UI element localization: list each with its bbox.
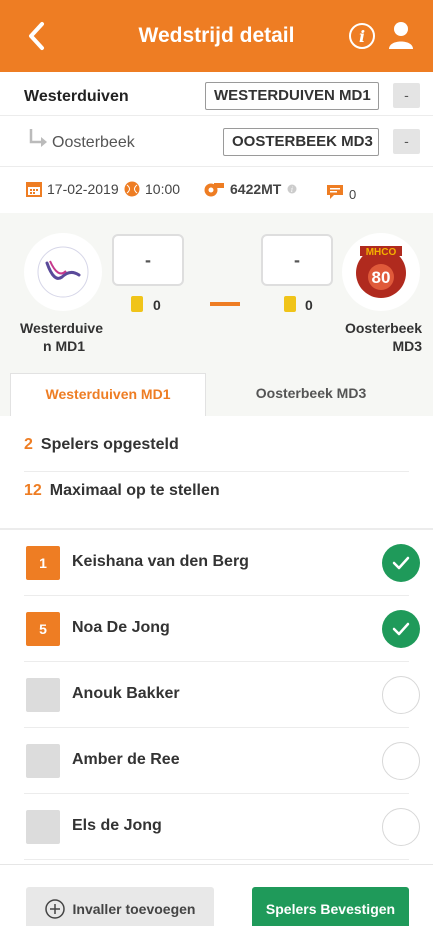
away-team-label: Oosterbeek MD3 — [344, 320, 422, 354]
away-logo-graphic: MHCO 80 — [356, 246, 406, 298]
player-name: Keishana van den Berg — [72, 553, 249, 570]
plus-circle-icon — [44, 899, 65, 919]
add-substitute-button[interactable]: Invaller toevoegen — [26, 887, 214, 926]
player-selected-toggle[interactable] — [382, 808, 420, 846]
info-icon[interactable]: i — [348, 22, 376, 50]
team-tabs: Westerduiven MD1 Oosterbeek MD3 — [0, 373, 433, 416]
lineup-stats: 2 Spelers opgesteld 12 Maximaal op te stel… — [0, 416, 433, 528]
player-row[interactable]: Anouk Bakker — [0, 662, 433, 728]
svg-text:i: i — [359, 27, 365, 46]
max-players: 12 Maximaal op te stellen — [24, 482, 220, 499]
match-info-row: 17-02-2019 10:00 6422MT i 0 — [0, 166, 433, 212]
shirt-number[interactable]: 1 — [26, 546, 60, 580]
player-name: Noa De Jong — [72, 619, 170, 636]
match-date: 17-02-2019 — [26, 181, 119, 197]
players-lined-up: 2 Spelers opgesteld — [24, 426, 409, 472]
player-name: Anouk Bakker — [72, 685, 180, 702]
home-team-row: Westerduiven WESTERDUIVEN MD1 - — [0, 72, 433, 116]
player-row[interactable]: 1 Keishana van den Berg — [0, 530, 433, 596]
tab-away-team[interactable]: Oosterbeek MD3 — [206, 373, 416, 416]
player-row[interactable]: Els de Jong — [0, 794, 433, 860]
match-field: 6422MT i — [203, 181, 297, 197]
player-row[interactable]: Amber de Ree — [0, 728, 433, 794]
player-selected-toggle[interactable] — [382, 544, 420, 582]
away-team-row: Oosterbeek OOSTERBEEK MD3 - — [0, 118, 433, 162]
user-icon[interactable] — [386, 20, 416, 50]
shirt-number[interactable]: 5 — [26, 612, 60, 646]
shirt-number[interactable] — [26, 678, 60, 712]
bottom-action-bar: Invaller toevoegen Spelers Bevestigen — [0, 864, 433, 926]
away-team-clear-button[interactable]: - — [393, 129, 420, 154]
home-score-box[interactable]: - — [112, 234, 184, 286]
home-team-logo — [24, 233, 102, 311]
app-header: Wedstrijd detail i — [0, 0, 433, 72]
shirt-number[interactable] — [26, 744, 60, 778]
home-team-clear-button[interactable]: - — [393, 83, 420, 108]
away-team-logo: MHCO 80 — [342, 233, 420, 311]
player-name: Els de Jong — [72, 817, 162, 834]
away-team-name: Oosterbeek — [52, 134, 135, 151]
player-name: Amber de Ree — [72, 751, 180, 768]
svg-text:i: i — [291, 186, 293, 194]
player-row[interactable]: 5 Noa De Jong — [0, 596, 433, 662]
sub-arrow-icon — [29, 129, 47, 147]
home-logo-graphic — [37, 246, 89, 298]
yellow-card-icon — [284, 296, 296, 312]
player-selected-toggle[interactable] — [382, 676, 420, 714]
checkmark-icon — [392, 556, 410, 570]
player-selected-toggle[interactable] — [382, 742, 420, 780]
away-card-count: 0 — [305, 297, 313, 313]
ball-icon — [124, 181, 140, 197]
confirm-players-button[interactable]: Spelers Bevestigen — [252, 887, 409, 926]
whistle-icon — [204, 183, 224, 197]
home-team-select[interactable]: WESTERDUIVEN MD1 — [205, 82, 379, 110]
comment-icon — [327, 184, 343, 199]
checkmark-icon — [392, 622, 410, 636]
yellow-card-icon — [131, 296, 143, 312]
home-team-name: Westerduiven — [24, 88, 129, 105]
away-logo-text-top: MHCO — [366, 247, 397, 258]
home-team-label: Westerduive n MD1 — [20, 320, 103, 354]
info-small-icon[interactable]: i — [287, 184, 297, 194]
home-card-count: 0 — [153, 297, 161, 313]
away-logo-number: 80 — [372, 268, 391, 287]
away-score-box[interactable]: - — [261, 234, 333, 286]
match-comments[interactable]: 0 — [326, 181, 356, 202]
match-time: 10:00 — [124, 181, 180, 197]
player-selected-toggle[interactable] — [382, 610, 420, 648]
score-area: - 0 - 0 MHCO 80 Westerduive n MD1 Ooster… — [0, 213, 433, 373]
score-separator — [210, 302, 240, 306]
calendar-icon — [26, 182, 42, 197]
away-team-select[interactable]: OOSTERBEEK MD3 — [223, 128, 379, 156]
tab-home-team[interactable]: Westerduiven MD1 — [10, 373, 206, 416]
shirt-number[interactable] — [26, 810, 60, 844]
